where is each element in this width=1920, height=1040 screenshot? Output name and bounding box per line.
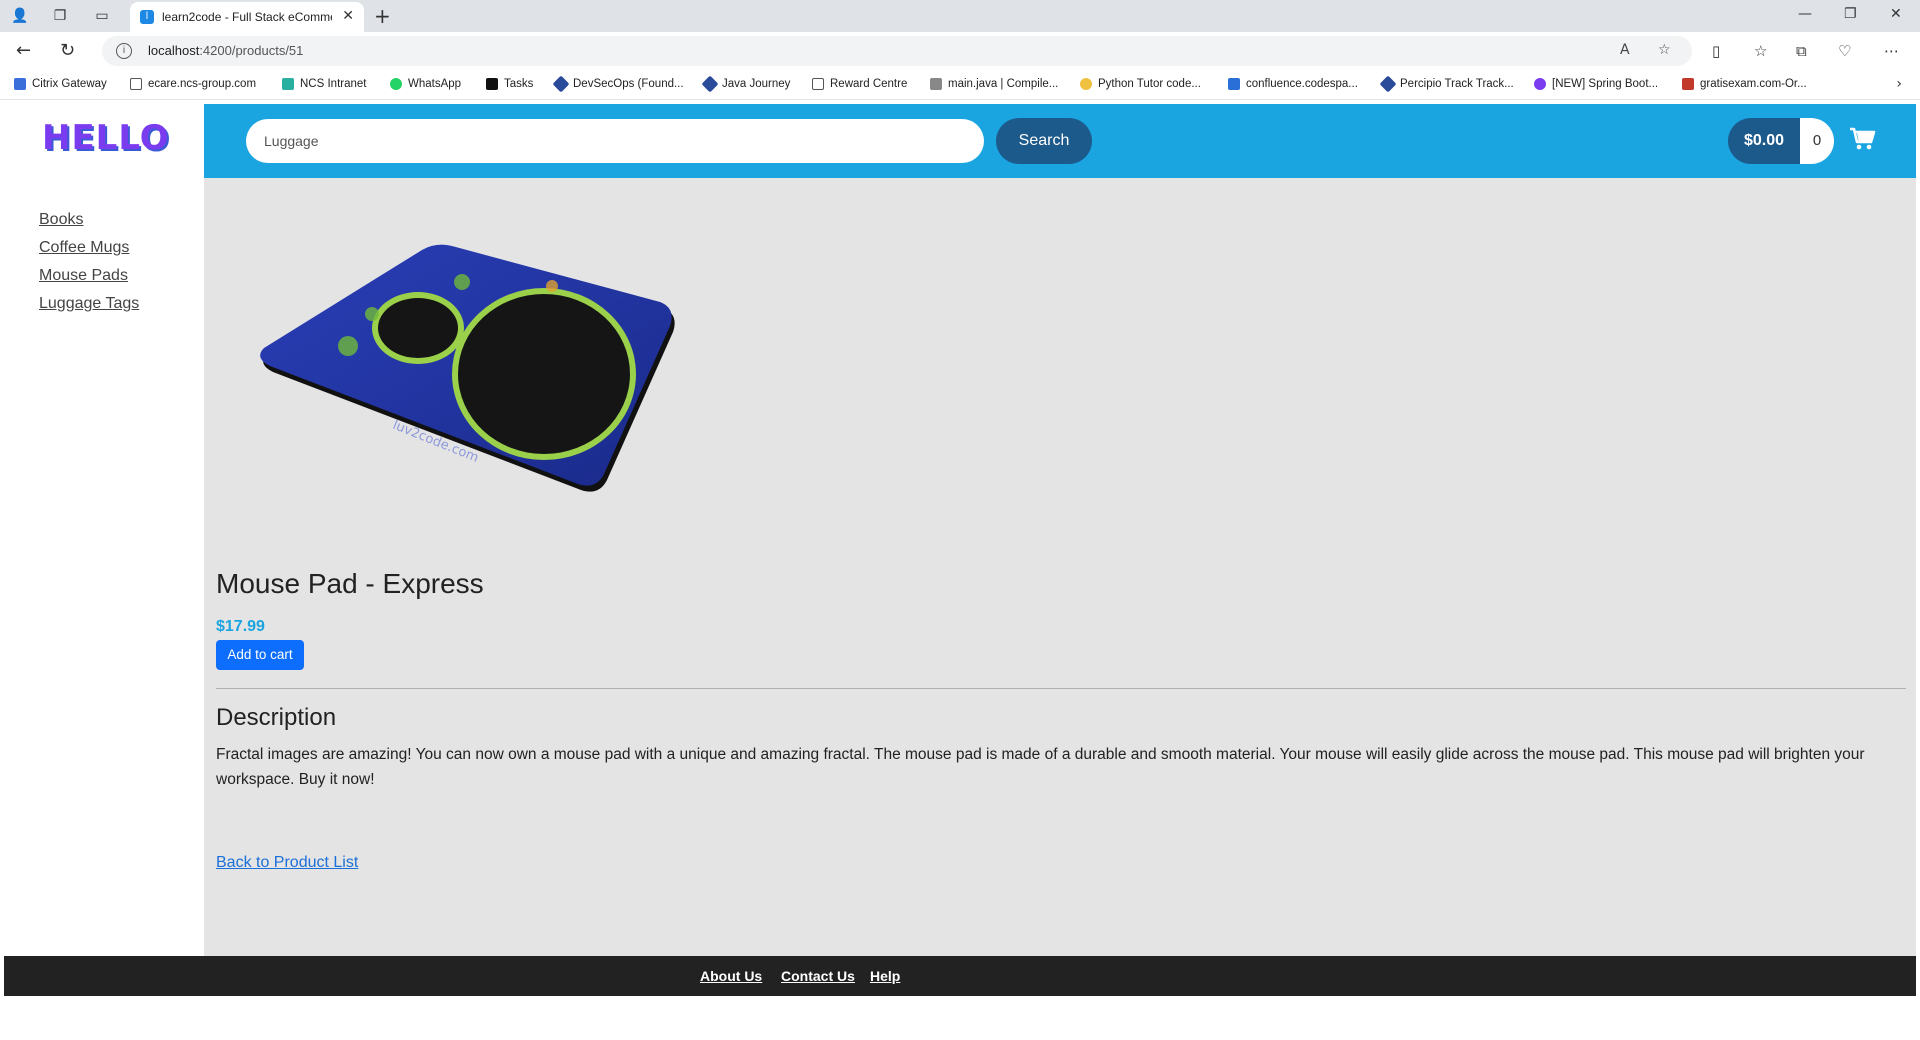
logo-area: HELLO <box>4 104 204 178</box>
active-tab[interactable]: l learn2code - Full Stack eCommerce ✕ <box>130 2 364 32</box>
minimize-icon[interactable]: — <box>1798 6 1812 22</box>
chevron-right-icon[interactable]: › <box>1896 76 1902 92</box>
bookmark-item[interactable]: ecare.ncs-group.com <box>130 78 256 90</box>
bookmark-item[interactable]: Citrix Gateway <box>14 78 107 90</box>
tab-actions-icon[interactable]: ▭ <box>92 6 112 26</box>
footer-link-about-us[interactable]: About Us <box>700 968 762 984</box>
cart-count[interactable]: 0 <box>1800 118 1834 164</box>
bookmark-favicon-icon <box>930 78 942 90</box>
logo[interactable]: HELLO <box>42 118 170 158</box>
favorite-star-icon[interactable]: ☆ <box>1658 42 1671 58</box>
category-sidebar: Books Coffee Mugs Mouse Pads Luggage Tag… <box>4 178 204 956</box>
refresh-icon[interactable]: ↻ <box>60 40 75 61</box>
product-title: Mouse Pad - Express <box>216 568 484 599</box>
sidebar-item-mouse-pads[interactable]: Mouse Pads <box>39 267 128 285</box>
bookmark-item[interactable]: Python Tutor code... <box>1080 78 1201 90</box>
footer: About Us Contact Us Help <box>4 956 1916 996</box>
bookmarks-bar: Citrix Gateway ecare.ncs-group.com NCS I… <box>0 70 1920 100</box>
bookmark-item[interactable]: NCS Intranet <box>282 78 366 90</box>
description-heading: Description <box>216 704 337 731</box>
url-text: localhost:4200/products/51 <box>148 43 304 58</box>
notion-icon <box>486 78 498 90</box>
bookmark-favicon-icon <box>282 78 294 90</box>
sidebar-item-coffee-mugs[interactable]: Coffee Mugs <box>39 239 129 257</box>
sidebar-item-luggage-tags[interactable]: Luggage Tags <box>39 295 139 313</box>
bookmark-item[interactable]: [NEW] Spring Boot... <box>1534 78 1658 90</box>
close-window-icon[interactable]: ✕ <box>1890 6 1902 22</box>
product-detail: luv2code.com Mouse Pad - Express $17.99 … <box>204 178 1916 956</box>
bookmark-item[interactable]: confluence.codespa... <box>1228 78 1358 90</box>
profile-icon[interactable]: 👤 <box>10 6 30 26</box>
product-price: $17.99 <box>216 618 265 635</box>
footer-link-help[interactable]: Help <box>870 968 900 984</box>
bookmark-favicon-icon <box>552 75 570 93</box>
workspaces-icon[interactable]: ❐ <box>50 6 70 26</box>
tab-title: learn2code - Full Stack eCommerce <box>162 10 332 24</box>
bookmark-item[interactable]: Percipio Track Track... <box>1379 75 1514 93</box>
bookmark-favicon-icon <box>14 78 26 90</box>
add-to-cart-button[interactable]: Add to cart <box>216 640 304 670</box>
site-info-icon[interactable]: i <box>116 43 132 59</box>
browser-essentials-icon[interactable]: ♡ <box>1838 42 1851 60</box>
product-image: luv2code.com <box>260 244 675 492</box>
bookmark-favicon-icon <box>1379 75 1397 93</box>
app-window: HELLO Search $0.00 0 Books Coffee Mugs M… <box>4 104 1916 1036</box>
cart-total[interactable]: $0.00 <box>1728 118 1800 164</box>
bookmark-item[interactable]: Java Journey <box>701 75 790 93</box>
back-to-product-list-link[interactable]: Back to Product List <box>216 854 358 872</box>
page-icon <box>812 78 824 90</box>
footer-link-contact-us[interactable]: Contact Us <box>781 968 855 984</box>
bookmark-item[interactable]: WhatsApp <box>390 78 461 90</box>
url-field[interactable]: i localhost:4200/products/51 A ☆ <box>102 36 1692 66</box>
page-icon <box>130 78 142 90</box>
search-input[interactable] <box>246 119 984 163</box>
site-favicon-icon: l <box>140 10 154 24</box>
divider <box>216 688 1906 689</box>
bookmark-favicon-icon <box>1534 78 1546 90</box>
bookmark-item[interactable]: main.java | Compile... <box>930 78 1058 90</box>
bookmark-item[interactable]: gratisexam.com-Or... <box>1682 78 1807 90</box>
shopping-cart-icon[interactable] <box>1848 124 1878 154</box>
bookmark-item[interactable]: DevSecOps (Found... <box>552 75 684 93</box>
bookmark-item[interactable]: Reward Centre <box>812 78 907 90</box>
restore-icon[interactable]: ❐ <box>1844 6 1857 22</box>
bookmark-item[interactable]: Tasks <box>486 78 533 90</box>
more-menu-icon[interactable]: ⋯ <box>1884 42 1899 60</box>
whatsapp-icon <box>390 78 402 90</box>
new-tab-icon[interactable]: + <box>374 4 391 28</box>
read-aloud-icon[interactable]: A <box>1620 42 1630 58</box>
confluence-icon <box>1228 78 1240 90</box>
collections-icon[interactable]: ⧉ <box>1796 42 1807 60</box>
bookmark-favicon-icon <box>701 75 719 93</box>
browser-tab-bar: 👤 ❐ ▭ l learn2code - Full Stack eCommerc… <box>0 0 1920 32</box>
search-button[interactable]: Search <box>996 118 1092 164</box>
split-screen-icon[interactable]: ▯ <box>1712 42 1720 60</box>
sidebar-item-books[interactable]: Books <box>39 211 83 229</box>
top-header: Search $0.00 0 <box>204 104 1916 178</box>
favorites-icon[interactable]: ☆ <box>1754 42 1767 60</box>
back-arrow-icon[interactable]: ← <box>16 40 31 61</box>
close-tab-icon[interactable]: ✕ <box>342 8 354 24</box>
python-icon <box>1080 78 1092 90</box>
bookmark-favicon-icon <box>1682 78 1694 90</box>
address-bar-row: ← ↻ i localhost:4200/products/51 A ☆ ▯ ☆… <box>0 32 1920 70</box>
description-text: Fractal images are amazing! You can now … <box>216 746 1865 788</box>
